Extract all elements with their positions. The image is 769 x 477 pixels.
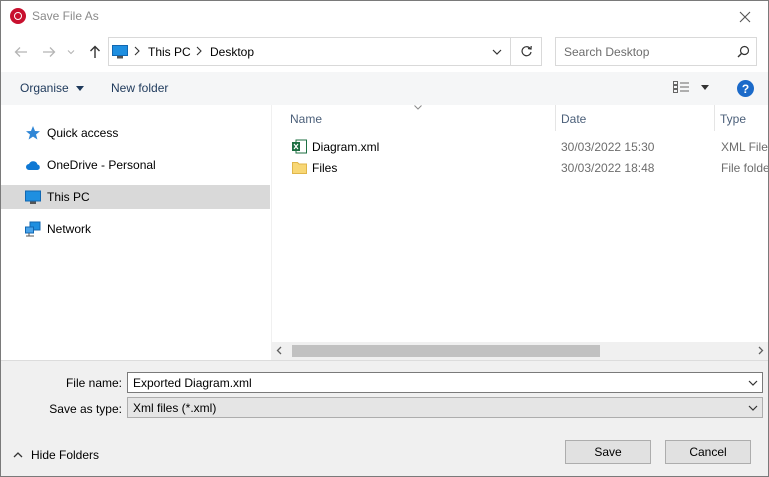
caret-down-icon: [76, 86, 85, 92]
breadcrumb-desktop[interactable]: Desktop: [210, 45, 254, 59]
refresh-button[interactable]: [510, 38, 542, 65]
save-button[interactable]: Save: [565, 440, 651, 464]
network-icon: [25, 221, 41, 237]
details-view-icon: [673, 81, 689, 93]
nav-item-label: Quick access: [47, 126, 119, 140]
window-title: Save File As: [32, 9, 99, 23]
forward-button[interactable]: [39, 42, 59, 62]
nav-item-network[interactable]: Network: [1, 217, 270, 241]
address-dropdown-button[interactable]: [485, 38, 509, 65]
change-view-button[interactable]: [673, 81, 709, 93]
folder-icon: [292, 162, 307, 174]
chevron-down-icon[interactable]: [748, 380, 758, 386]
chevron-right-icon: [134, 46, 140, 56]
hide-folders-button[interactable]: Hide Folders: [13, 448, 99, 462]
recent-dropdown-button[interactable]: [64, 42, 78, 62]
horizontal-scrollbar[interactable]: [272, 342, 768, 360]
title-bar: Save File As: [1, 1, 768, 32]
nav-item-this-pc[interactable]: This PC: [1, 185, 270, 209]
refresh-icon: [521, 45, 532, 57]
excel-icon: [292, 139, 307, 154]
save-as-type-label: Save as type:: [49, 402, 122, 416]
file-type: XML File: [721, 140, 768, 154]
hide-folders-label: Hide Folders: [31, 448, 100, 462]
cancel-button[interactable]: Cancel: [665, 440, 751, 464]
caret-down-icon: [701, 84, 709, 90]
column-header-label: Type: [720, 112, 747, 126]
chevron-down-icon: [67, 50, 75, 55]
new-folder-button[interactable]: New folder: [111, 81, 168, 95]
app-logo-icon: [10, 8, 26, 24]
cloud-icon: [26, 161, 40, 170]
up-button[interactable]: [85, 42, 105, 62]
file-name-input[interactable]: [128, 373, 738, 392]
help-button[interactable]: ?: [737, 80, 754, 97]
command-toolbar: Organise New folder ?: [1, 72, 768, 105]
scroll-right-icon[interactable]: [758, 346, 764, 355]
search-box[interactable]: [555, 37, 757, 66]
arrow-left-icon: [14, 47, 27, 57]
computer-icon: [112, 45, 128, 59]
address-bar[interactable]: This PC Desktop: [108, 37, 542, 66]
navigation-pane: Quick access OneDrive - Personal This PC…: [1, 105, 272, 360]
file-type: File folder: [721, 161, 769, 175]
file-name: Files: [312, 161, 338, 175]
navigation-bar: This PC Desktop: [1, 32, 768, 72]
save-as-type-value: Xml files (*.xml): [133, 401, 217, 415]
chevron-down-icon: [492, 49, 502, 55]
star-icon: [26, 126, 40, 140]
organise-label: Organise: [20, 81, 69, 95]
nav-item-onedrive[interactable]: OneDrive - Personal: [1, 153, 270, 177]
nav-item-label: OneDrive - Personal: [47, 158, 156, 172]
file-list: Name Date Type Diagram.xml 30/03/2022 15…: [272, 105, 768, 360]
column-header-name[interactable]: Name: [272, 105, 555, 131]
back-button[interactable]: [11, 42, 31, 62]
arrow-right-icon: [43, 47, 56, 57]
column-header-date[interactable]: Date: [555, 105, 714, 131]
chevron-right-icon: [196, 46, 202, 56]
column-header-type[interactable]: Type: [714, 105, 768, 131]
column-header-label: Date: [561, 112, 587, 126]
save-options-panel: File name: Save as type: Xml files (*.xm…: [1, 360, 768, 476]
search-icon[interactable]: [737, 45, 750, 58]
chevron-down-icon: [748, 405, 758, 411]
arrow-up-icon: [90, 45, 100, 58]
search-input[interactable]: [556, 38, 726, 65]
help-icon: ?: [741, 81, 750, 96]
save-file-dialog: Save File As This PC Desktop Search Desk…: [0, 0, 769, 477]
organise-menu[interactable]: Organise: [20, 81, 85, 95]
computer-icon: [25, 190, 41, 204]
nav-item-quick-access[interactable]: Quick access: [1, 121, 270, 145]
close-button[interactable]: [722, 1, 768, 32]
nav-item-label: Network: [47, 222, 92, 236]
file-date: 30/03/2022 15:30: [561, 140, 655, 154]
file-row[interactable]: Diagram.xml 30/03/2022 15:30 XML File: [272, 136, 768, 157]
nav-item-label: This PC: [47, 190, 90, 204]
save-as-type-select[interactable]: Xml files (*.xml): [127, 397, 763, 418]
breadcrumb-this-pc[interactable]: This PC: [148, 45, 191, 59]
scroll-left-icon[interactable]: [276, 346, 282, 355]
chevron-up-icon: [13, 452, 23, 458]
file-date: 30/03/2022 18:48: [561, 161, 655, 175]
scrollbar-thumb[interactable]: [292, 345, 600, 357]
column-header-label: Name: [290, 112, 323, 126]
file-name: Diagram.xml: [312, 140, 380, 154]
close-icon: [739, 11, 751, 22]
file-name-combobox[interactable]: [127, 372, 763, 393]
file-name-label: File name:: [65, 376, 122, 390]
file-row[interactable]: Files 30/03/2022 18:48 File folder: [272, 157, 768, 178]
